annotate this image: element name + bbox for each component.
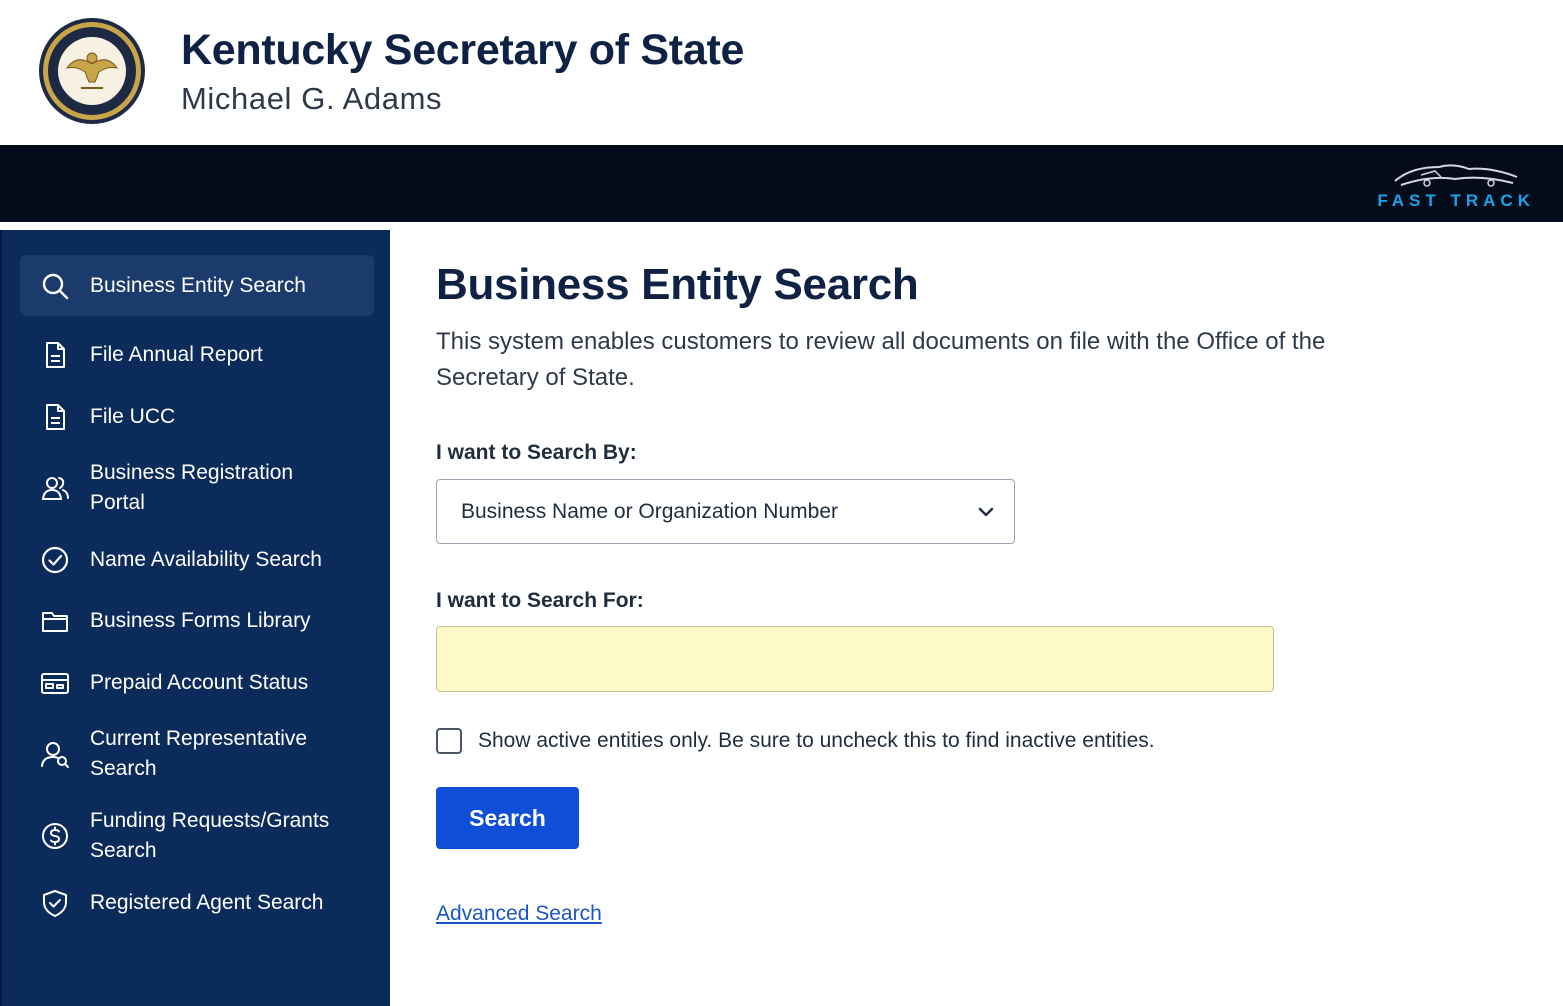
card-icon bbox=[40, 668, 70, 698]
chevron-down-icon bbox=[978, 507, 994, 516]
sidebar-item-label: Funding Requests/Grants Search bbox=[90, 809, 330, 862]
fast-track-logo[interactable]: FAST TRACK bbox=[1365, 161, 1535, 211]
sidebar-item-label: File UCC bbox=[90, 405, 176, 428]
sidebar-nav: Business Entity Search File Annual Repor… bbox=[0, 230, 390, 1006]
sidebar-item-label: Registered Agent Search bbox=[90, 891, 324, 914]
sidebar-item-label: Prepaid Account Status bbox=[90, 671, 309, 694]
check-circle-icon bbox=[40, 545, 70, 575]
page-title: Business Entity Search bbox=[436, 260, 919, 309]
active-only-label: Show active entities only. Be sure to un… bbox=[478, 729, 1155, 752]
document-icon bbox=[40, 402, 70, 432]
folder-icon bbox=[40, 606, 70, 636]
sidebar-item-label: Business Forms Library bbox=[90, 609, 311, 632]
search-by-label: I want to Search By: bbox=[436, 441, 637, 464]
advanced-search-link[interactable]: Advanced Search bbox=[436, 902, 602, 926]
sidebar-item-business-entity-search[interactable]: Business Entity Search bbox=[20, 255, 374, 316]
search-by-value: Business Name or Organization Number bbox=[461, 499, 838, 523]
search-icon bbox=[40, 271, 70, 301]
dollar-circle-icon bbox=[40, 821, 70, 851]
commonwealth-seal-icon[interactable] bbox=[37, 16, 147, 126]
user-search-icon bbox=[40, 739, 70, 769]
users-icon bbox=[40, 473, 70, 503]
sidebar-item-registered-agent-search[interactable]: Registered Agent Search bbox=[20, 888, 374, 918]
page-description: This system enables customers to review … bbox=[436, 328, 1326, 391]
search-by-select[interactable]: Business Name or Organization Number bbox=[436, 479, 1015, 544]
site-subtitle: Michael G. Adams bbox=[181, 81, 443, 116]
document-icon bbox=[40, 340, 70, 370]
fast-track-text: FAST TRACK bbox=[1377, 191, 1535, 210]
sidebar-item-label: Business Registration Portal bbox=[90, 461, 294, 514]
site-header: Kentucky Secretary of State Michael G. A… bbox=[0, 0, 1563, 145]
search-for-input[interactable] bbox=[436, 626, 1274, 692]
active-only-checkbox[interactable] bbox=[436, 728, 462, 754]
sidebar-item-file-annual-report[interactable]: File Annual Report bbox=[20, 340, 374, 370]
race-car-icon bbox=[1394, 164, 1518, 187]
top-bar: FAST TRACK bbox=[0, 145, 1563, 222]
shield-check-icon bbox=[40, 888, 70, 918]
sidebar-item-file-ucc[interactable]: File UCC bbox=[20, 402, 374, 432]
search-for-label: I want to Search For: bbox=[436, 589, 644, 612]
site-title: Kentucky Secretary of State bbox=[181, 26, 745, 74]
search-button[interactable]: Search bbox=[436, 787, 579, 849]
sidebar-item-business-registration-portal[interactable]: Business Registration Portal bbox=[20, 458, 374, 518]
sidebar-item-name-availability-search[interactable]: Name Availability Search bbox=[20, 545, 374, 575]
sidebar-item-funding-requests-grants-search[interactable]: Funding Requests/Grants Search bbox=[20, 806, 374, 866]
sidebar-item-label: Name Availability Search bbox=[90, 548, 322, 571]
sidebar-item-business-forms-library[interactable]: Business Forms Library bbox=[20, 606, 374, 636]
sidebar-item-current-representative-search[interactable]: Current Representative Search bbox=[20, 724, 374, 784]
sidebar-item-label: File Annual Report bbox=[90, 343, 263, 366]
active-only-row: Show active entities only. Be sure to un… bbox=[436, 728, 1155, 754]
sidebar-item-prepaid-account-status[interactable]: Prepaid Account Status bbox=[20, 668, 374, 698]
sidebar-item-label: Current Representative Search bbox=[90, 727, 308, 780]
sidebar-item-label: Business Entity Search bbox=[90, 273, 306, 297]
